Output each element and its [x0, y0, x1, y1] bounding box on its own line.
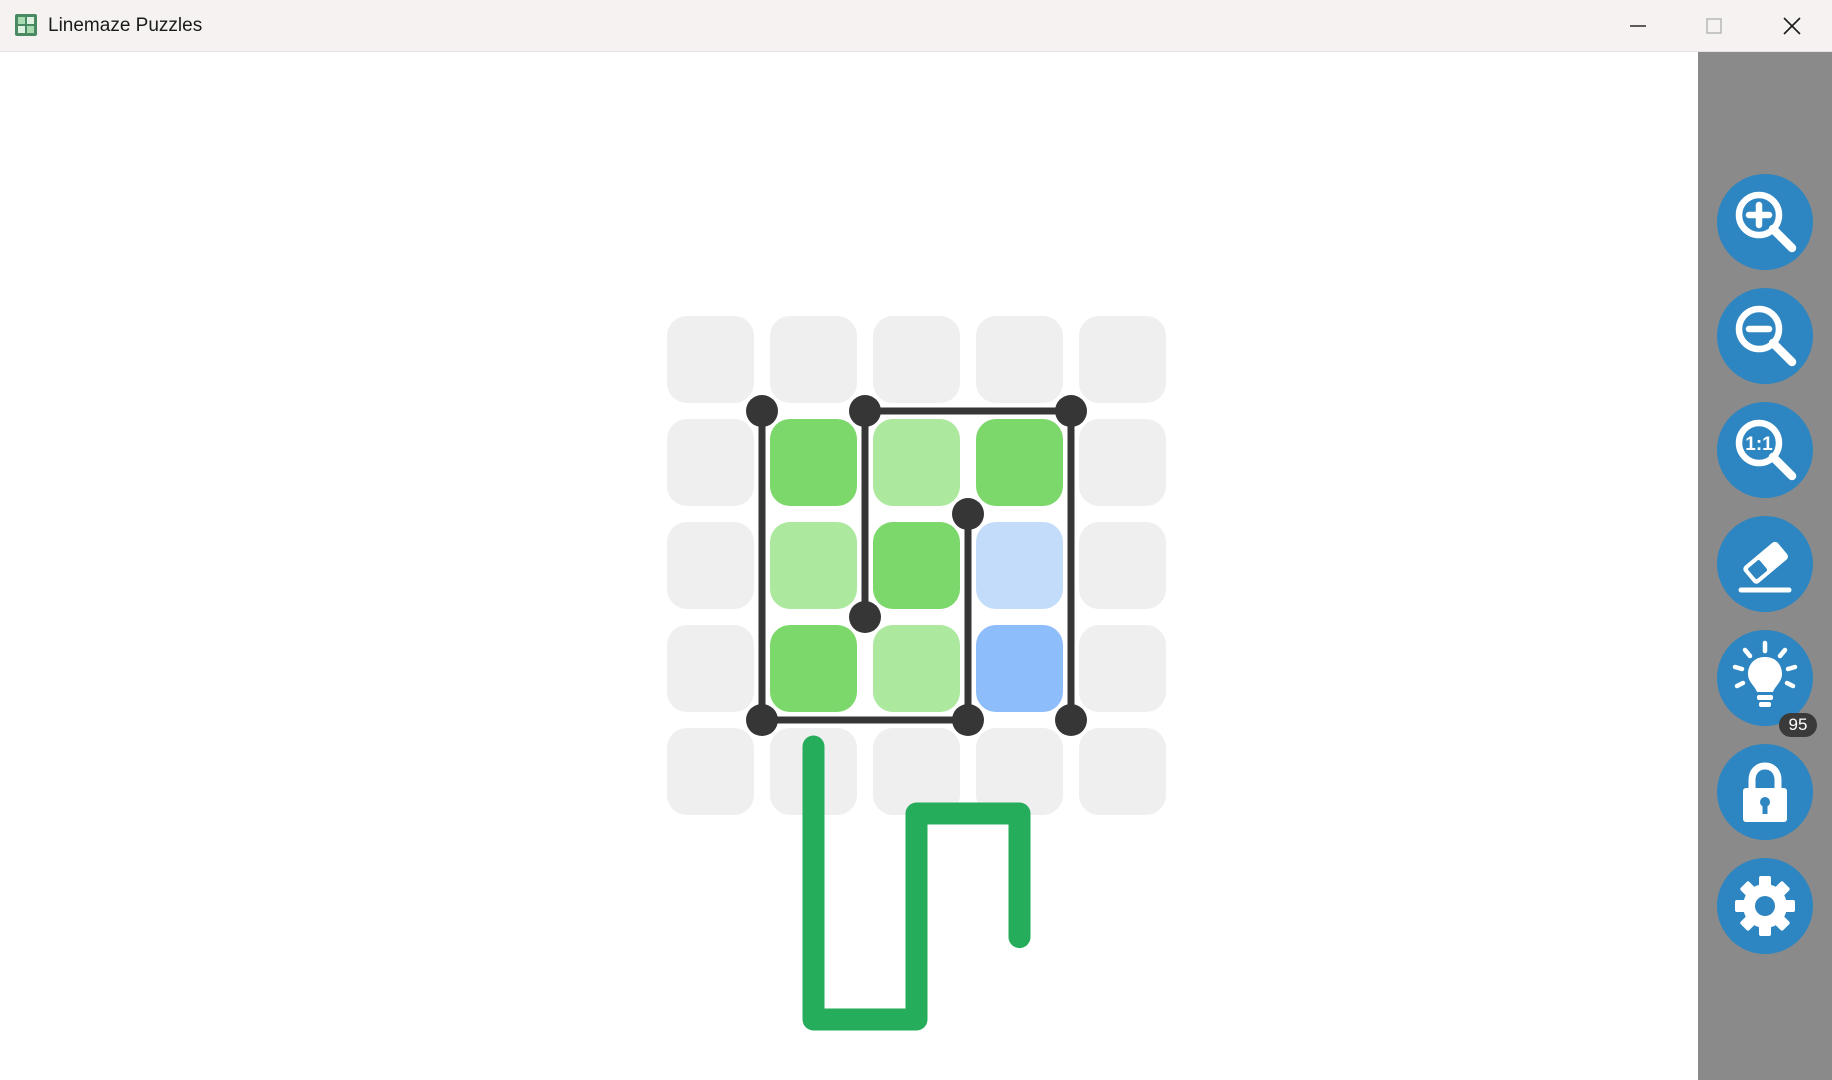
zoom-in-icon [1735, 191, 1797, 253]
grid-cell[interactable] [873, 419, 960, 506]
maximize-icon [1706, 18, 1722, 34]
grid-cell[interactable] [1079, 419, 1166, 506]
zoom-out-button[interactable] [1717, 288, 1813, 384]
grid-cell[interactable] [770, 625, 857, 712]
grid-cell[interactable] [770, 316, 857, 403]
zoom-reset-label: 1:1 [1745, 434, 1773, 455]
wall-node [952, 498, 984, 530]
eraser-button[interactable] [1717, 516, 1813, 612]
zoom-reset-button[interactable]: 1:1 [1717, 402, 1813, 498]
grid-cell[interactable] [873, 522, 960, 609]
wall-node [746, 704, 778, 736]
minimize-button[interactable] [1598, 0, 1678, 51]
lock-button[interactable] [1717, 744, 1813, 840]
close-icon [1783, 17, 1801, 35]
wall-node [746, 395, 778, 427]
puzzle-board[interactable] [0, 52, 1698, 1080]
grid-cell[interactable] [667, 419, 754, 506]
grid-cell[interactable] [976, 316, 1063, 403]
eraser-icon [1738, 541, 1792, 593]
grid-cell[interactable] [976, 625, 1063, 712]
close-button[interactable] [1752, 0, 1832, 51]
grid-cell[interactable] [976, 419, 1063, 506]
grid-cell[interactable] [873, 728, 960, 815]
lock-icon [1743, 762, 1787, 822]
wall-node [849, 601, 881, 633]
minimize-icon [1630, 25, 1646, 27]
wall-node [1055, 395, 1087, 427]
title-bar: Linemaze Puzzles [0, 0, 1832, 52]
wall-node [849, 395, 881, 427]
grid-cell[interactable] [873, 625, 960, 712]
grid-cell[interactable] [667, 522, 754, 609]
hint-count-badge: 95 [1779, 713, 1817, 737]
lightbulb-icon [1732, 640, 1798, 707]
wall-node [952, 704, 984, 736]
grid-cell[interactable] [770, 522, 857, 609]
grid-cell[interactable] [1079, 625, 1166, 712]
maximize-button[interactable] [1674, 0, 1754, 51]
zoom-1to1-icon: 1:1 [1735, 419, 1797, 481]
grid-cell[interactable] [1079, 316, 1166, 403]
gear-icon [1735, 876, 1795, 936]
grid-cell[interactable] [667, 316, 754, 403]
zoom-out-icon [1735, 305, 1797, 367]
window-title: Linemaze Puzzles [48, 15, 203, 36]
grid-cell[interactable] [1079, 728, 1166, 815]
hint-button[interactable] [1717, 630, 1813, 726]
wall-node [1055, 704, 1087, 736]
grid-cell[interactable] [667, 625, 754, 712]
grid-cell[interactable] [873, 316, 960, 403]
grid-cell[interactable] [667, 728, 754, 815]
settings-button[interactable] [1717, 858, 1813, 954]
grid-cell[interactable] [1079, 522, 1166, 609]
grid-cell[interactable] [976, 522, 1063, 609]
grid-cell[interactable] [770, 419, 857, 506]
app-icon [15, 14, 37, 36]
grid-cell[interactable] [976, 728, 1063, 815]
zoom-in-button[interactable] [1717, 174, 1813, 270]
